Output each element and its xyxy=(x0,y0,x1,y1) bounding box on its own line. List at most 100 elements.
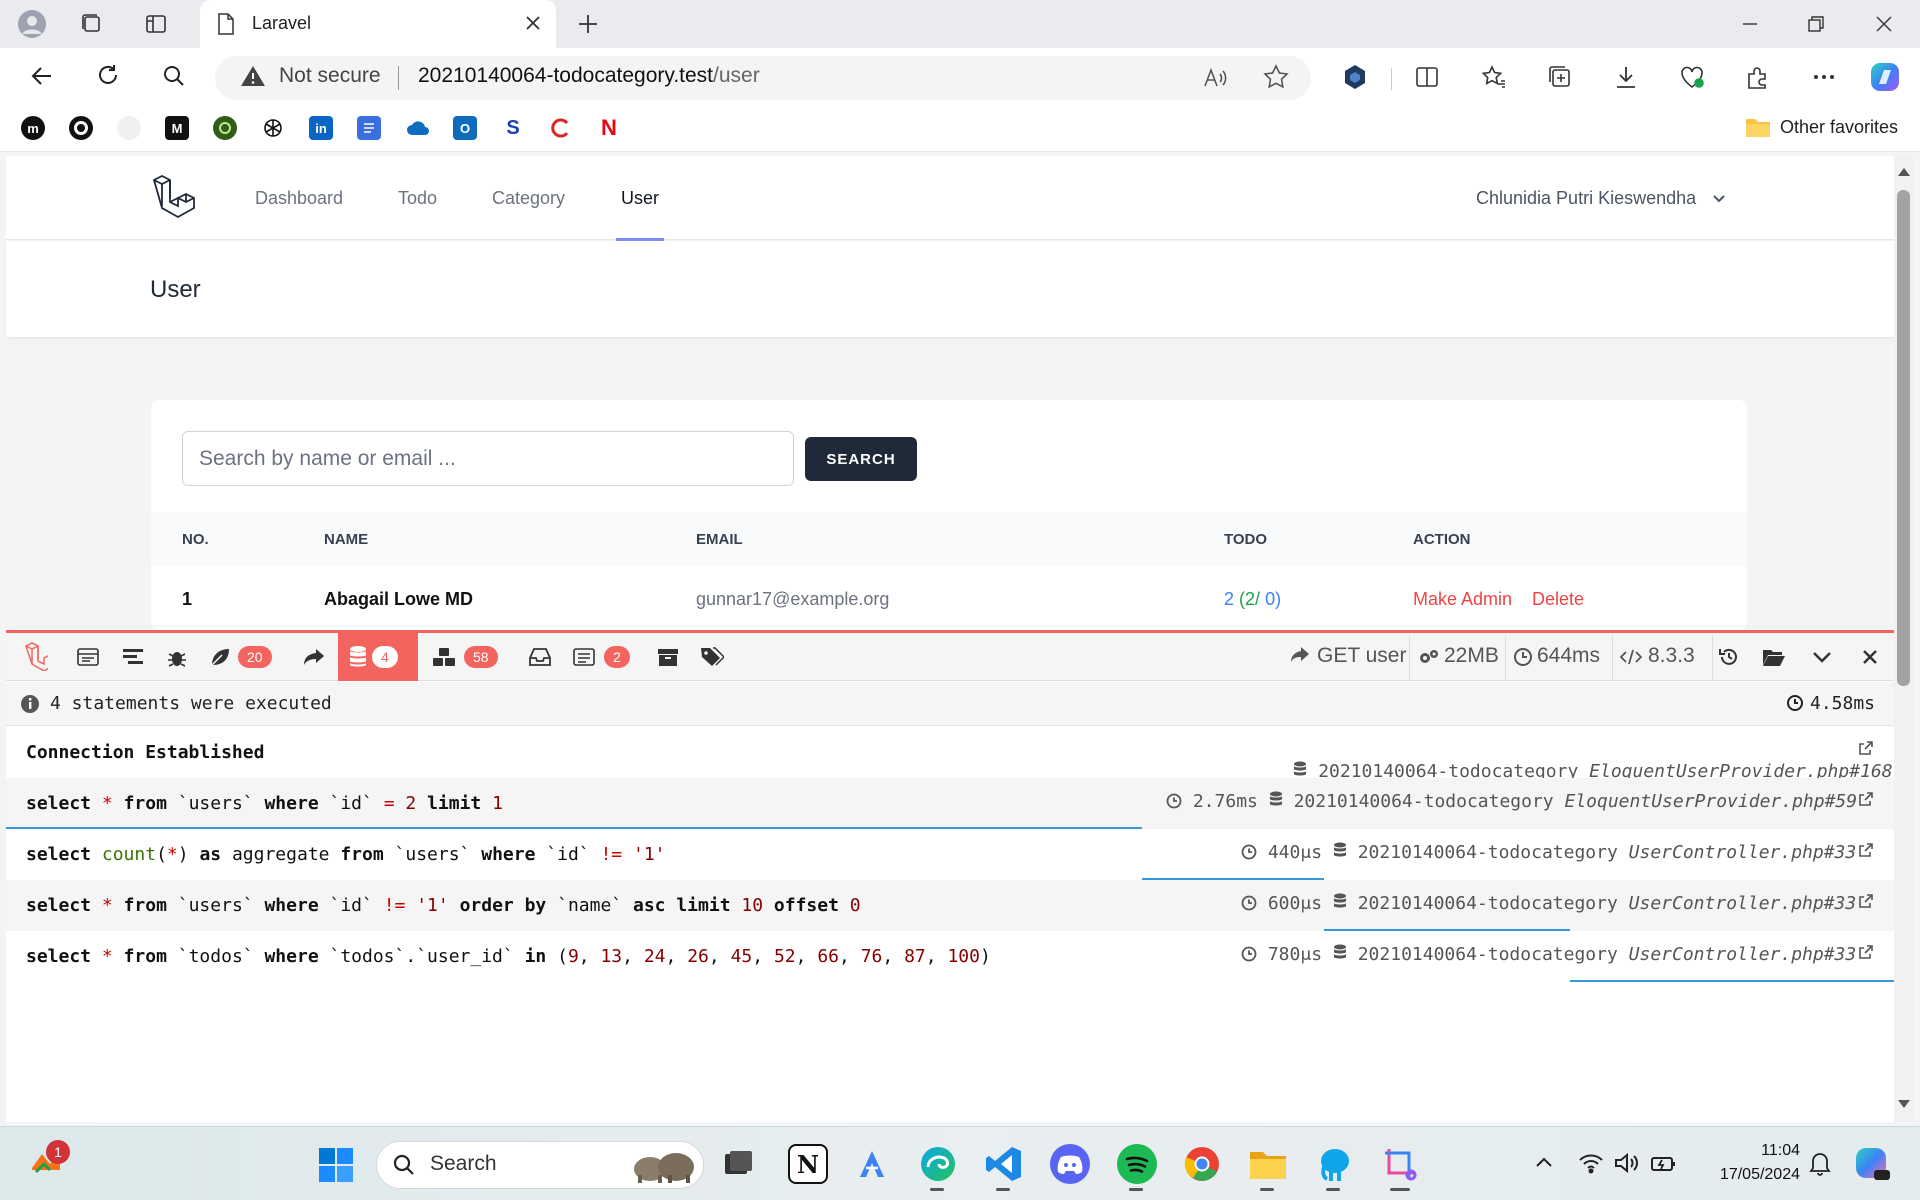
debugbar-laravel-icon[interactable] xyxy=(24,642,48,671)
scroll-up-arrow-icon[interactable] xyxy=(1897,166,1911,178)
netflix-favorite-icon[interactable]: N xyxy=(597,115,621,140)
external-link-icon[interactable] xyxy=(1858,893,1874,909)
green-site-favorite-icon[interactable] xyxy=(213,116,237,140)
external-link-icon[interactable] xyxy=(1858,842,1874,858)
nav-link-todo[interactable]: Todo xyxy=(398,188,437,209)
outlook-favorite-icon[interactable]: O xyxy=(453,116,477,140)
back-icon[interactable] xyxy=(28,62,56,90)
request-tags-icon[interactable] xyxy=(700,645,724,669)
route-share-icon[interactable] xyxy=(302,645,326,669)
nav-link-user[interactable]: User xyxy=(621,188,659,209)
tableplus-elephant-icon[interactable] xyxy=(1314,1144,1354,1184)
read-aloud-icon[interactable] xyxy=(1203,66,1229,90)
s-site-favorite-icon[interactable]: S xyxy=(501,116,525,140)
linkedin-favorite-icon[interactable]: in xyxy=(309,116,333,140)
query-row[interactable]: select count(*) as aggregate from `users… xyxy=(6,829,1894,880)
extensions-icon[interactable] xyxy=(1745,64,1771,90)
request-duration[interactable]: 644ms xyxy=(1537,644,1600,668)
mail-inbox-icon[interactable] xyxy=(528,645,552,669)
queries-tab[interactable]: 4 xyxy=(338,633,418,681)
show-hidden-icons-chevron-icon[interactable] xyxy=(1535,1155,1553,1169)
downloads-icon[interactable] xyxy=(1613,64,1639,90)
github-favorite-icon[interactable] xyxy=(69,116,93,140)
account-dropdown[interactable]: Chlunidia Putri Kieswendha xyxy=(1476,188,1696,209)
external-link-icon[interactable] xyxy=(1858,944,1874,960)
laravel-logo[interactable] xyxy=(152,174,196,220)
file-explorer-icon[interactable] xyxy=(1248,1144,1288,1184)
nav-link-dashboard[interactable]: Dashboard xyxy=(255,188,343,209)
connection-row[interactable]: Connection Established 20210140064-todoc… xyxy=(6,727,1894,782)
history-icon[interactable] xyxy=(1717,645,1741,669)
medium-favorite-icon[interactable]: M xyxy=(165,116,189,140)
timeline-icon[interactable] xyxy=(121,645,145,669)
search-icon[interactable] xyxy=(160,62,188,90)
browser-essentials-icon[interactable] xyxy=(1679,64,1705,90)
new-tab-icon[interactable] xyxy=(574,10,602,38)
request-route[interactable]: GET user xyxy=(1317,644,1406,668)
more-menu-icon[interactable] xyxy=(1811,64,1837,90)
open-folder-icon[interactable] xyxy=(1762,645,1786,669)
taskbar-clock[interactable]: 11:04 17/05/2024 xyxy=(1700,1139,1800,1187)
other-favorites-label[interactable]: Other favorites xyxy=(1780,117,1898,138)
external-link-icon[interactable] xyxy=(1858,791,1874,807)
windows-start-icon[interactable] xyxy=(318,1147,354,1183)
query-row[interactable]: select * from `users` where `id` = 2 lim… xyxy=(6,778,1894,829)
query-row[interactable]: select * from `users` where `id` != '1' … xyxy=(6,880,1894,931)
exceptions-bug-icon[interactable] xyxy=(165,645,189,669)
snipping-tool-icon[interactable] xyxy=(1380,1144,1420,1184)
favorites-icon[interactable] xyxy=(1481,64,1507,90)
chatgpt-favorite-icon[interactable] xyxy=(261,116,285,140)
split-screen-icon[interactable] xyxy=(1414,64,1440,90)
collections-icon[interactable] xyxy=(1547,64,1573,90)
favorite-star-icon[interactable] xyxy=(1263,64,1289,90)
edge-browser-icon[interactable] xyxy=(918,1144,958,1184)
minimize-debugbar-icon[interactable] xyxy=(1810,645,1834,669)
onedrive-favorite-icon[interactable] xyxy=(405,116,429,140)
chrome-icon[interactable] xyxy=(1182,1144,1222,1184)
task-view-icon[interactable] xyxy=(718,1144,758,1184)
warning-icon[interactable] xyxy=(240,64,266,88)
search-input[interactable] xyxy=(182,431,794,486)
refresh-icon[interactable] xyxy=(94,62,122,90)
spotify-icon[interactable] xyxy=(1117,1144,1157,1184)
copilot-icon[interactable] xyxy=(1868,60,1902,94)
chevron-down-icon[interactable] xyxy=(1712,193,1726,205)
discord-icon[interactable] xyxy=(1050,1144,1090,1184)
volume-icon[interactable] xyxy=(1614,1152,1638,1174)
messages-icon[interactable] xyxy=(76,645,100,669)
search-button[interactable]: SEARCH xyxy=(805,437,917,481)
close-window-icon[interactable] xyxy=(1870,10,1898,38)
memory-usage[interactable]: 22MB xyxy=(1444,644,1499,668)
extension-hex-icon[interactable] xyxy=(1342,64,1368,90)
mendeley-favorite-icon[interactable]: m xyxy=(21,116,45,140)
c-site-favorite-icon[interactable] xyxy=(549,116,573,140)
external-link-icon[interactable] xyxy=(1858,740,1874,756)
make-admin-button[interactable]: Make Admin xyxy=(1413,589,1512,610)
session-archive-icon[interactable] xyxy=(656,645,680,669)
php-version[interactable]: 8.3.3 xyxy=(1648,644,1695,668)
close-debugbar-icon[interactable] xyxy=(1858,645,1882,669)
profile-avatar-icon[interactable] xyxy=(18,10,46,38)
translator-app-icon[interactable] xyxy=(852,1144,892,1184)
scroll-down-arrow-icon[interactable] xyxy=(1897,1098,1911,1110)
workspaces-icon[interactable] xyxy=(78,10,106,38)
scrollbar-thumb[interactable] xyxy=(1897,190,1910,686)
notifications-bell-icon[interactable] xyxy=(1808,1150,1832,1176)
query-row[interactable]: select * from `todos` where `todos`.`use… xyxy=(6,931,1894,982)
nav-link-category[interactable]: Category xyxy=(492,188,565,209)
views-leaf-icon[interactable] xyxy=(208,645,232,669)
vertical-tabs-icon[interactable] xyxy=(142,10,170,38)
close-tab-icon[interactable] xyxy=(524,14,542,32)
copilot-taskbar-icon[interactable] xyxy=(1852,1144,1892,1184)
notion-icon[interactable]: N xyxy=(788,1144,828,1184)
battery-icon[interactable] xyxy=(1650,1152,1678,1174)
wifi-icon[interactable] xyxy=(1578,1152,1604,1174)
gate-list-icon[interactable] xyxy=(572,645,596,669)
not-secure-label[interactable]: Not secure xyxy=(279,64,381,88)
minimize-icon[interactable] xyxy=(1736,10,1764,38)
github-alt-favorite-icon[interactable] xyxy=(117,116,141,140)
url-text[interactable]: 20210140064-todocategory.test/user xyxy=(418,64,760,88)
restore-icon[interactable] xyxy=(1802,10,1830,38)
delete-button[interactable]: Delete xyxy=(1532,589,1584,610)
vscode-icon[interactable] xyxy=(984,1144,1024,1184)
